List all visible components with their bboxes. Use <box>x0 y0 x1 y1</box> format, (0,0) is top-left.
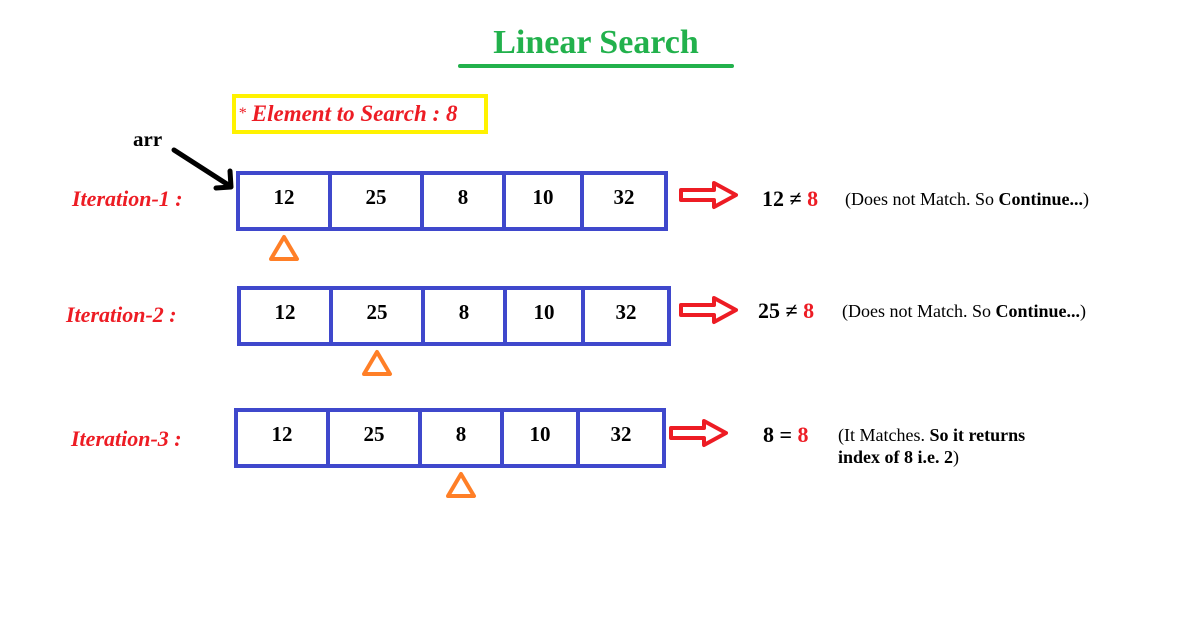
comparison-rhs: 8 <box>797 422 809 447</box>
current-index-pointer-icon <box>446 472 476 498</box>
title-underline <box>458 64 734 68</box>
comparison-lhs: 25 <box>758 298 780 323</box>
note-bold-text: Continue... <box>998 189 1083 209</box>
search-target-text: * Element to Search : 8 <box>238 99 457 129</box>
array-box: 12 25 8 10 32 <box>236 171 668 231</box>
comparison-operator: ≠ <box>789 186 802 211</box>
array-cell: 8 <box>425 290 507 342</box>
comparison-result: 12 ≠ 8 <box>762 186 818 212</box>
array-cell: 10 <box>504 412 580 464</box>
array-cell: 12 <box>241 290 333 342</box>
note-bold-text-line2: index of 8 i.e. 2 <box>838 447 953 467</box>
array-name-label: arr <box>133 127 163 151</box>
iteration-label: Iteration-1 : <box>72 186 183 211</box>
diagram-title: Linear Search <box>493 24 699 61</box>
array-cell: 32 <box>610 421 632 446</box>
comparison-result: 8 = 8 <box>763 422 809 448</box>
comparison-rhs: 8 <box>803 298 815 323</box>
result-arrow-icon <box>679 181 738 209</box>
comparison-operator: = <box>779 422 793 447</box>
comparison-rhs: 8 <box>807 186 819 211</box>
comparison-note: (Does not Match. So Continue...) <box>842 300 1086 322</box>
comparison-result: 25 ≠ 8 <box>758 298 814 324</box>
array-cell: 8 <box>422 412 504 464</box>
search-target-value: 8 <box>445 101 458 126</box>
array-cell: 12 <box>238 412 330 464</box>
result-arrow-icon <box>679 296 738 324</box>
comparison-lhs: 8 <box>763 422 774 447</box>
note-close: ) <box>1083 189 1089 209</box>
array-cell: 25 <box>332 175 424 227</box>
note-bold-text: So it returns <box>929 425 1026 445</box>
array-cell: 8 <box>424 175 506 227</box>
array-cell: 25 <box>333 290 425 342</box>
iteration-label: Iteration-3 : <box>71 426 182 451</box>
iteration-label: Iteration-2 : <box>66 302 177 327</box>
comparison-operator: ≠ <box>785 298 798 323</box>
note-bold-text: Continue... <box>995 301 1080 321</box>
result-arrow-icon <box>669 419 728 447</box>
array-cell: 10 <box>506 175 584 227</box>
comparison-lhs: 12 <box>762 186 784 211</box>
array-cell: 25 <box>330 412 422 464</box>
note-text: (Does not Match. So <box>845 189 999 209</box>
note-text: (Does not Match. So <box>842 301 996 321</box>
current-index-pointer-icon <box>362 350 392 376</box>
note-text: (It Matches. <box>838 425 930 445</box>
array-box: 12 25 8 10 32 <box>237 286 671 346</box>
current-index-pointer-icon <box>269 235 299 261</box>
note-close: ) <box>953 447 959 467</box>
array-cell: 12 <box>240 175 332 227</box>
array-cell: 10 <box>507 290 585 342</box>
comparison-note: (It Matches. So it returns index of 8 i.e… <box>838 424 1025 468</box>
asterisk: * <box>238 105 246 122</box>
array-box: 12 25 8 10 32 <box>234 408 666 468</box>
comparison-note: (Does not Match. So Continue...) <box>845 188 1089 210</box>
search-target-label: Element to Search : <box>251 101 441 126</box>
note-close: ) <box>1080 301 1086 321</box>
array-cell: 32 <box>613 184 635 209</box>
array-cell: 32 <box>615 299 637 324</box>
